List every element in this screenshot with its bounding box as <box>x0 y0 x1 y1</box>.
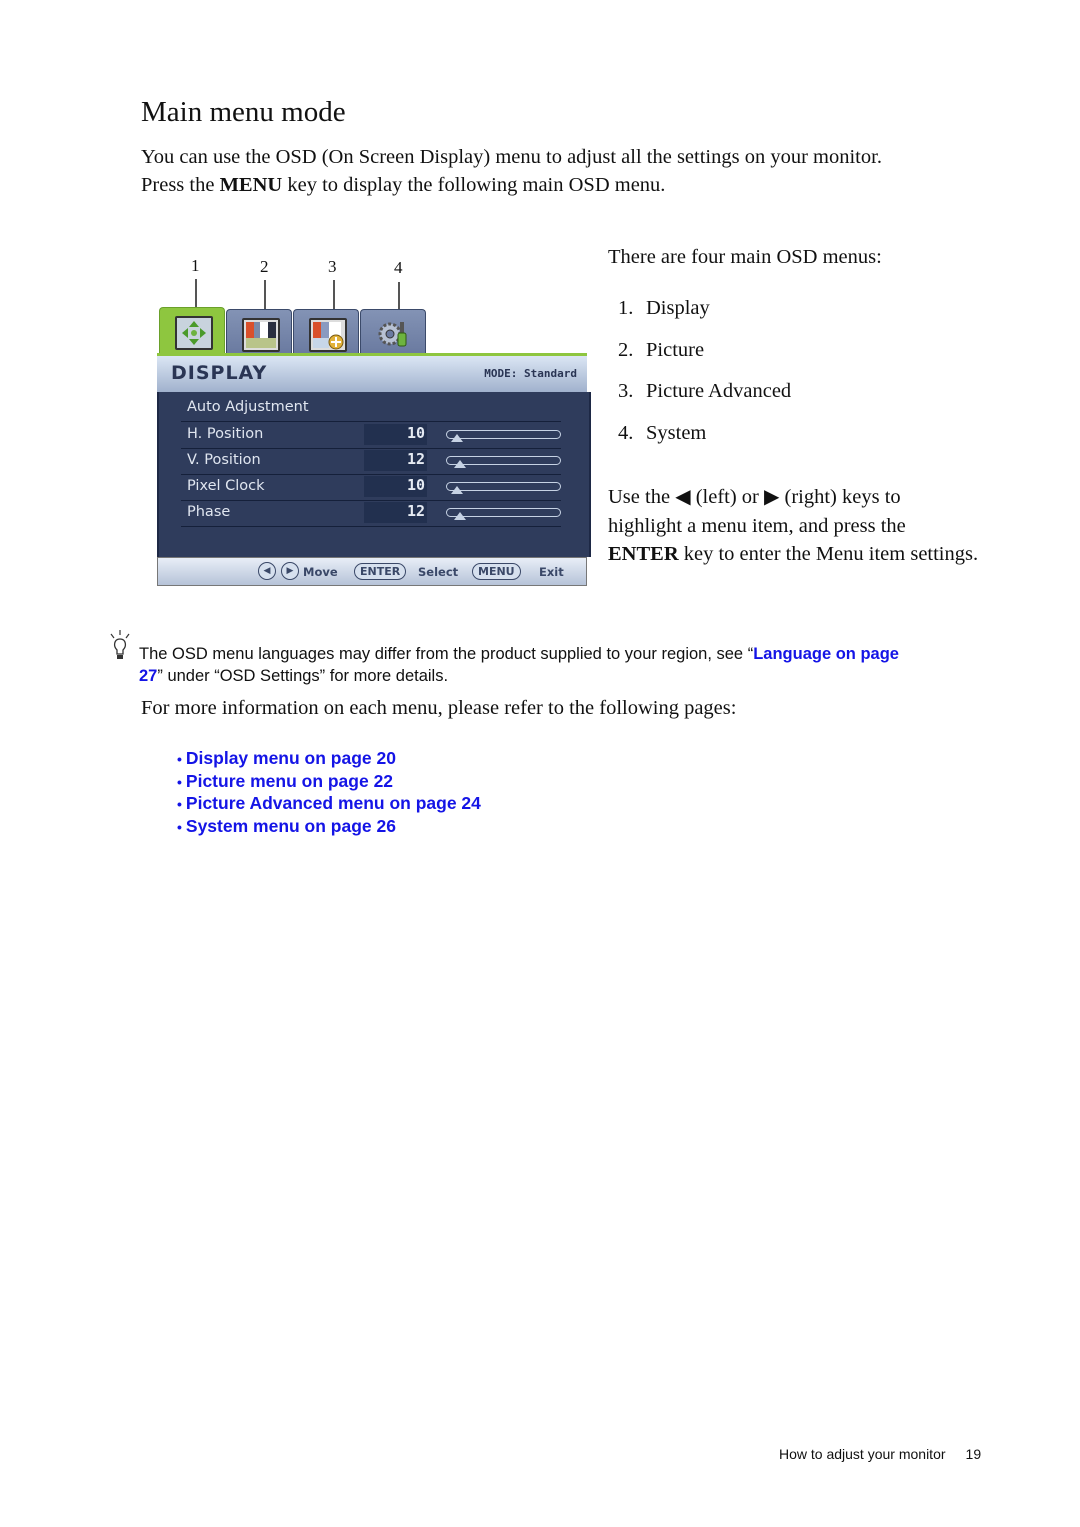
left-key-icon: ◀ <box>258 562 276 580</box>
osd-slider-thumb[interactable] <box>451 486 464 494</box>
link-item: • System menu on page 26 <box>177 816 481 839</box>
menu-page-links: • Display menu on page 20 • Picture menu o… <box>177 748 481 839</box>
intro-line-2: Press the MENU key to display the follow… <box>141 171 1001 199</box>
move-hint: Move <box>303 565 338 579</box>
instr-text: Use the <box>608 486 676 508</box>
list-label: Display <box>646 297 710 319</box>
osd-row-label: V. Position <box>187 452 261 468</box>
link-item: • Display menu on page 20 <box>177 748 481 771</box>
callout-4: 4 <box>394 258 403 277</box>
display-menu-link[interactable]: Display menu on page 20 <box>186 748 396 768</box>
osd-slider-thumb[interactable] <box>453 512 466 520</box>
osd-menu-image: DISPLAY MODE: Standard Auto Adjustment H… <box>157 303 591 586</box>
osd-row-label: Auto Adjustment <box>187 399 309 415</box>
osd-row-h-position[interactable]: H. Position 10 <box>181 423 561 449</box>
osd-row-label: Pixel Clock <box>187 478 265 494</box>
enter-key-icon: ENTER <box>354 563 407 580</box>
intro-line-1: You can use the OSD (On Screen Display) … <box>141 146 882 168</box>
bullet: • <box>177 819 182 836</box>
page-footer: How to adjust your monitor 19 <box>779 1446 981 1462</box>
osd-mode: MODE: Standard <box>484 367 577 380</box>
menu-list-item: 3. Picture Advanced <box>618 380 791 403</box>
picture-colorbars-icon <box>242 318 280 352</box>
link-item: • Picture Advanced menu on page 24 <box>177 793 481 816</box>
list-label: System <box>646 422 707 444</box>
note-body: ” under “OSD Settings” for more details. <box>157 667 449 685</box>
navigation-instructions: Use the ◀ (left) or ▶ (right) keys to hi… <box>608 482 1008 569</box>
menu-list-item: 2. Picture <box>618 339 704 362</box>
bullet: • <box>177 751 182 767</box>
callout-1: 1 <box>191 256 200 275</box>
note-body: The OSD menu languages may differ from t… <box>139 645 754 663</box>
osd-row-label: H. Position <box>187 426 264 442</box>
list-label: Picture Advanced <box>646 380 792 402</box>
osd-body: Auto Adjustment H. Position 10 V. Positi… <box>157 392 591 557</box>
instructions-line-3: ENTER key to enter the Menu item setting… <box>608 540 1008 569</box>
osd-row-value: 12 <box>364 450 427 471</box>
osd-row-value: 12 <box>364 502 427 523</box>
osd-row-value: 10 <box>364 424 427 445</box>
instr-text: (left) or <box>690 486 764 508</box>
osd-slider-thumb[interactable] <box>453 460 466 468</box>
osd-tab-picture-advanced[interactable] <box>293 309 359 354</box>
instr-text: key to enter the Menu item settings. <box>678 543 979 565</box>
picture-advanced-icon <box>309 318 347 352</box>
osd-title: DISPLAY <box>171 362 268 384</box>
callout-2: 2 <box>260 257 269 276</box>
instructions-line-1: Use the ◀ (left) or ▶ (right) keys to <box>608 482 1008 512</box>
more-info-text: For more information on each menu, pleas… <box>141 697 737 719</box>
bullet: • <box>177 796 182 813</box>
osd-tab-display[interactable] <box>159 307 225 356</box>
intro-text: key to display the following main OSD me… <box>282 174 666 196</box>
menu-list-item: 1. Display <box>618 297 710 320</box>
menu-key-label: MENU <box>219 174 283 196</box>
select-hint: Select <box>418 565 459 579</box>
menus-intro: There are four main OSD menus: <box>608 246 882 268</box>
list-label: Picture <box>646 339 705 361</box>
menu-key-icon: MENU <box>472 563 521 580</box>
left-arrow-icon: ◀ <box>675 484 691 508</box>
osd-slider-thumb[interactable] <box>451 434 464 442</box>
page-number: 19 <box>965 1446 982 1462</box>
list-number: 3. <box>618 380 634 402</box>
system-menu-link[interactable]: System menu on page 26 <box>186 816 396 836</box>
osd-tab-system[interactable] <box>360 309 426 354</box>
osd-row-phase[interactable]: Phase 12 <box>181 501 561 527</box>
instructions-line-2: highlight a menu item, and press the <box>608 514 906 537</box>
osd-row-v-position[interactable]: V. Position 12 <box>181 449 561 475</box>
list-number: 2. <box>618 339 634 361</box>
osd-header: DISPLAY MODE: Standard <box>157 353 587 395</box>
bullet: • <box>177 773 182 790</box>
exit-hint: Exit <box>539 565 564 579</box>
osd-row-value: 10 <box>364 476 427 497</box>
instr-text: (right) keys to <box>779 486 901 508</box>
note-text: The OSD menu languages may differ from t… <box>139 643 999 687</box>
link-item: • Picture menu on page 22 <box>177 771 481 794</box>
osd-row-label: Phase <box>187 504 231 520</box>
footer-section: How to adjust your monitor <box>779 1446 946 1462</box>
callout-3: 3 <box>328 257 337 276</box>
lightbulb-note-icon <box>109 629 131 661</box>
osd-row-pixel-clock[interactable]: Pixel Clock 10 <box>181 475 561 501</box>
section-heading: Main menu mode <box>141 96 346 128</box>
enter-key-label: ENTER <box>608 543 679 565</box>
right-arrow-icon: ▶ <box>764 484 780 508</box>
osd-row-auto-adjustment[interactable]: Auto Adjustment <box>181 396 561 422</box>
list-number: 1. <box>618 297 634 319</box>
list-number: 4. <box>618 422 634 444</box>
menu-list-item: 4. System <box>618 422 706 445</box>
system-gear-icon <box>376 318 410 348</box>
osd-footer: ◀ ▶ Move ENTER Select MENU Exit <box>157 557 587 586</box>
picture-menu-link[interactable]: Picture menu on page 22 <box>186 771 393 791</box>
display-arrows-icon <box>175 316 213 350</box>
right-key-icon: ▶ <box>281 562 299 580</box>
intro-paragraph: You can use the OSD (On Screen Display) … <box>141 143 1001 199</box>
osd-tab-picture[interactable] <box>226 309 292 354</box>
picture-advanced-menu-link[interactable]: Picture Advanced menu on page 24 <box>186 793 481 813</box>
intro-text: Press the <box>141 174 220 196</box>
